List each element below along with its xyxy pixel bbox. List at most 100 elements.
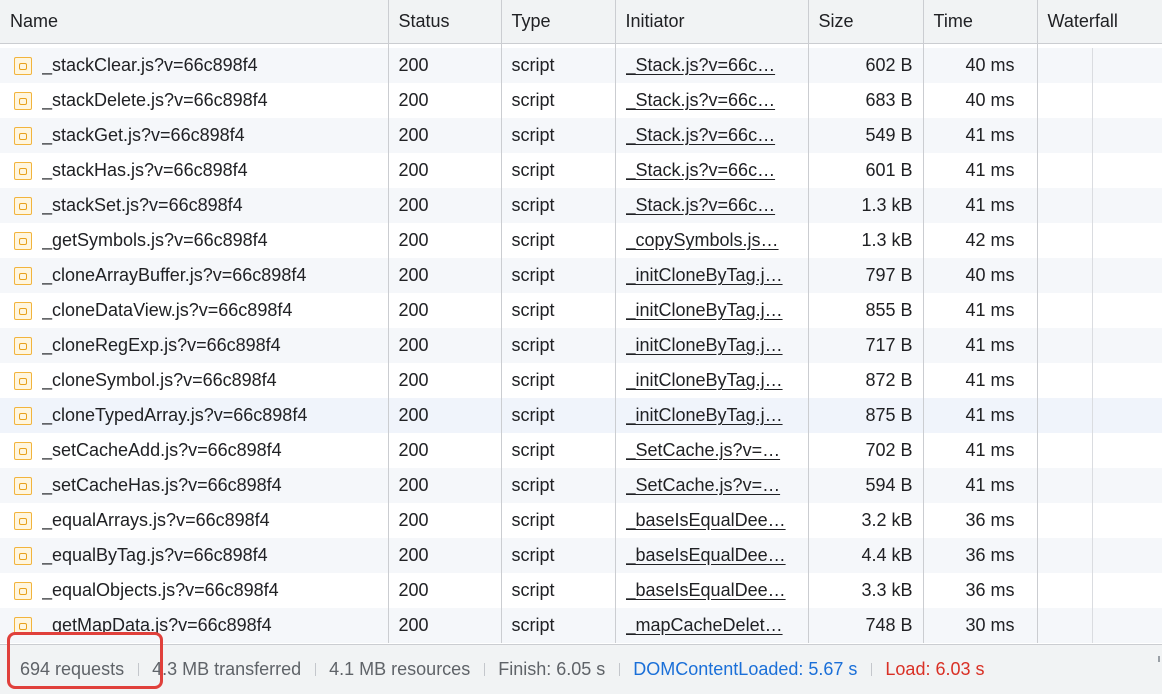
network-panel: Name Status Type Initiator Size Time Wat… <box>0 0 1162 694</box>
script-file-icon <box>14 196 32 215</box>
initiator-link[interactable]: _baseIsEqualDee… <box>626 545 798 566</box>
cell-waterfall <box>1037 118 1162 153</box>
cell-name[interactable]: _stackSet.js?v=66c898f4 <box>0 188 389 223</box>
table-row[interactable]: _getMapData.js?v=66c898f4 200 script _mapCa… <box>0 608 1162 643</box>
initiator-link[interactable]: _SetCache.js?v=… <box>626 440 798 461</box>
initiator-link[interactable]: _initCloneByTag.j… <box>626 335 798 356</box>
cell-waterfall <box>1037 328 1162 363</box>
column-header-time[interactable]: Time <box>923 0 1038 44</box>
cell-type: script <box>501 153 616 188</box>
initiator-link[interactable]: _baseIsEqualDee… <box>626 580 798 601</box>
initiator-link[interactable]: _baseIsEqualDee… <box>626 510 798 531</box>
cell-time: 41 ms <box>923 398 1038 433</box>
cell-name[interactable]: _cloneRegExp.js?v=66c898f4 <box>0 328 389 363</box>
column-header-initiator[interactable]: Initiator <box>615 0 809 44</box>
cell-name[interactable]: _stackDelete.js?v=66c898f4 <box>0 83 389 118</box>
name-cell-content: _stackSet.js?v=66c898f4 <box>10 195 378 216</box>
table-row[interactable]: _stackHas.js?v=66c898f4 200 script _Stack.j… <box>0 153 1162 188</box>
initiator-link[interactable]: _initCloneByTag.j… <box>626 370 798 391</box>
cell-size: 602 B <box>808 48 924 83</box>
initiator-link[interactable]: _Stack.js?v=66c… <box>626 195 798 216</box>
cell-initiator: _mapCacheDelet… <box>615 608 809 643</box>
column-header-size[interactable]: Size <box>808 0 924 44</box>
cell-name[interactable]: _cloneDataView.js?v=66c898f4 <box>0 293 389 328</box>
transferred-size: 4.3 MB transferred <box>138 659 315 680</box>
column-header-waterfall[interactable]: Waterfall <box>1037 0 1162 44</box>
table-row[interactable]: _equalObjects.js?v=66c898f4 200 script _bas… <box>0 573 1162 608</box>
initiator-link[interactable]: _Stack.js?v=66c… <box>626 160 798 181</box>
cell-type: script <box>501 258 616 293</box>
cell-name[interactable]: _getSymbols.js?v=66c898f4 <box>0 223 389 258</box>
name-cell-content: _stackHas.js?v=66c898f4 <box>10 160 378 181</box>
request-rows: _stackClear.js?v=66c898f4 200 script _Stack… <box>0 43 1162 643</box>
script-file-icon <box>14 91 32 110</box>
cell-name[interactable]: _stackClear.js?v=66c898f4 <box>0 48 389 83</box>
table-row[interactable]: _cloneRegExp.js?v=66c898f4 200 script _init… <box>0 328 1162 363</box>
cell-size: 855 B <box>808 293 924 328</box>
cell-name[interactable]: _cloneSymbol.js?v=66c898f4 <box>0 363 389 398</box>
cell-name[interactable]: _stackHas.js?v=66c898f4 <box>0 153 389 188</box>
cell-type: script <box>501 48 616 83</box>
cell-type: script <box>501 398 616 433</box>
cell-name[interactable]: _setCacheHas.js?v=66c898f4 <box>0 468 389 503</box>
initiator-link[interactable]: _Stack.js?v=66c… <box>626 55 798 76</box>
name-cell-content: _stackDelete.js?v=66c898f4 <box>10 90 378 111</box>
cell-name[interactable]: _stackGet.js?v=66c898f4 <box>0 118 389 153</box>
waterfall-gridline <box>1091 118 1093 153</box>
initiator-link[interactable]: _initCloneByTag.j… <box>626 300 798 321</box>
cell-time: 36 ms <box>923 538 1038 573</box>
cell-name[interactable]: _getMapData.js?v=66c898f4 <box>0 608 389 643</box>
initiator-link[interactable]: _copySymbols.js… <box>626 230 798 251</box>
table-row[interactable]: _setCacheAdd.js?v=66c898f4 200 script _SetC… <box>0 433 1162 468</box>
initiator-link[interactable]: _SetCache.js?v=… <box>626 475 798 496</box>
cell-name[interactable]: _equalObjects.js?v=66c898f4 <box>0 573 389 608</box>
column-header-type[interactable]: Type <box>501 0 616 44</box>
cell-waterfall <box>1037 153 1162 188</box>
script-file-icon <box>14 161 32 180</box>
cell-waterfall <box>1037 608 1162 643</box>
finish-time: Finish: 6.05 s <box>484 659 619 680</box>
table-row[interactable]: _cloneDataView.js?v=66c898f4 200 script _in… <box>0 293 1162 328</box>
cell-status: 200 <box>388 573 502 608</box>
table-row[interactable]: _stackClear.js?v=66c898f4 200 script _Stack… <box>0 48 1162 83</box>
cell-type: script <box>501 468 616 503</box>
cell-waterfall <box>1037 258 1162 293</box>
name-cell-content: _stackGet.js?v=66c898f4 <box>10 125 378 146</box>
table-row[interactable]: _stackDelete.js?v=66c898f4 200 script _Stac… <box>0 83 1162 118</box>
cell-name[interactable]: _equalArrays.js?v=66c898f4 <box>0 503 389 538</box>
table-row[interactable]: _stackGet.js?v=66c898f4 200 script _Stack.j… <box>0 118 1162 153</box>
table-row[interactable]: _getSymbols.js?v=66c898f4 200 script _copyS… <box>0 223 1162 258</box>
column-header-status[interactable]: Status <box>388 0 502 44</box>
request-name: _cloneDataView.js?v=66c898f4 <box>42 300 293 320</box>
table-row[interactable]: _cloneSymbol.js?v=66c898f4 200 script _init… <box>0 363 1162 398</box>
table-row[interactable]: _stackSet.js?v=66c898f4 200 script _Stack.j… <box>0 188 1162 223</box>
table-row[interactable]: _cloneTypedArray.js?v=66c898f4 200 script _… <box>0 398 1162 433</box>
name-cell-content: _setCacheHas.js?v=66c898f4 <box>10 475 378 496</box>
cell-name[interactable]: _setCacheAdd.js?v=66c898f4 <box>0 433 389 468</box>
cell-status: 200 <box>388 258 502 293</box>
network-summary-bar: 694 requests 4.3 MB transferred 4.1 MB r… <box>0 644 1162 694</box>
initiator-link[interactable]: _mapCacheDelet… <box>626 615 798 636</box>
request-name: _cloneArrayBuffer.js?v=66c898f4 <box>42 265 307 285</box>
waterfall-gridline <box>1091 223 1093 258</box>
cell-name[interactable]: _equalByTag.js?v=66c898f4 <box>0 538 389 573</box>
script-file-icon <box>14 371 32 390</box>
cell-time: 36 ms <box>923 503 1038 538</box>
cell-name[interactable]: _cloneArrayBuffer.js?v=66c898f4 <box>0 258 389 293</box>
initiator-link[interactable]: _Stack.js?v=66c… <box>626 90 798 111</box>
table-row[interactable]: _equalByTag.js?v=66c898f4 200 script _baseI… <box>0 538 1162 573</box>
table-row[interactable]: _cloneArrayBuffer.js?v=66c898f4 200 script… <box>0 258 1162 293</box>
request-name: _stackHas.js?v=66c898f4 <box>42 160 248 180</box>
request-name: _stackDelete.js?v=66c898f4 <box>42 90 268 110</box>
table-row[interactable]: _setCacheHas.js?v=66c898f4 200 script _SetC… <box>0 468 1162 503</box>
request-name: _stackSet.js?v=66c898f4 <box>42 195 243 215</box>
initiator-link[interactable]: _Stack.js?v=66c… <box>626 125 798 146</box>
cell-time: 41 ms <box>923 118 1038 153</box>
cell-name[interactable]: _cloneTypedArray.js?v=66c898f4 <box>0 398 389 433</box>
initiator-link[interactable]: _initCloneByTag.j… <box>626 265 798 286</box>
column-header-name[interactable]: Name <box>0 0 389 44</box>
table-row[interactable]: _equalArrays.js?v=66c898f4 200 script _base… <box>0 503 1162 538</box>
cell-time: 36 ms <box>923 573 1038 608</box>
cell-status: 200 <box>388 48 502 83</box>
initiator-link[interactable]: _initCloneByTag.j… <box>626 405 798 426</box>
